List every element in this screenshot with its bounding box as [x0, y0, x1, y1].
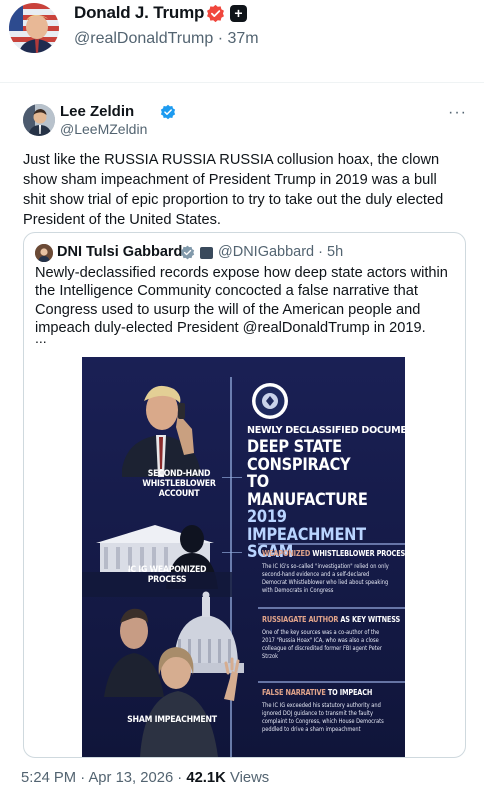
- infographic-section-3-body: The IC IG exceeded his statutory authori…: [262, 702, 384, 733]
- quoted-author-avatar[interactable]: [23, 104, 55, 136]
- infographic-section-1-head: WEAPONIZED WHISTLEBLOWER PROCESS: [262, 549, 405, 558]
- government-badge-icon: [180, 245, 195, 260]
- infographic-section-1-highlight: WEAPONIZED: [262, 549, 311, 558]
- post-timestamp[interactable]: 5:24 PM · Apr 13, 2026 ·: [21, 770, 182, 786]
- header-divider: [0, 82, 484, 83]
- infographic-label-weaponized: IC IG WEAPONIZED PROCESS: [127, 564, 207, 585]
- infographic-section-3-title: TO IMPEACH: [327, 688, 373, 697]
- infographic-section-3-highlight: FALSE NARRATIVE: [262, 688, 326, 697]
- post-metadata: 5:24 PM · Apr 13, 2026 · 42.1K Views: [21, 770, 269, 786]
- infographic-section-1-body: The IC IG's so-called "investigation" re…: [262, 563, 389, 594]
- more-options-icon[interactable]: ···: [448, 104, 467, 122]
- post-header: Donald J. Trump + @realDonaldTrump · 37m: [0, 0, 484, 60]
- infographic-headline: DEEP STATE CONSPIRACY TO MANUFACTURE 201…: [247, 437, 376, 562]
- quoted-author-name[interactable]: Lee Zeldin: [60, 103, 134, 120]
- nested-quote-card[interactable]: DNI Tulsi Gabbard @DNIGabbard · 5h Newly…: [23, 232, 466, 758]
- nested-author-handle-time: @DNIGabbard · 5h: [218, 244, 344, 260]
- infographic-section-2-body: One of the key sources was a co-author o…: [262, 629, 382, 660]
- infographic-label-whistleblower: SECOND-HAND WHISTLEBLOWER ACCOUNT: [142, 468, 216, 499]
- nested-quote-text: Newly-declassified records expose how de…: [35, 265, 448, 337]
- infographic-kicker: NEWLY DECLASSIFIED DOCUMENTS EXPOSE: [247, 425, 405, 436]
- author-handle-time: @realDonaldTrump · 37m: [74, 30, 259, 47]
- nested-author-avatar: [35, 244, 53, 262]
- views-label: Views: [229, 770, 270, 786]
- agency-flag-icon: [200, 247, 213, 259]
- affiliation-badge-icon: +: [230, 5, 247, 22]
- infographic-label-sham: SHAM IMPEACHMENT: [127, 714, 217, 725]
- infographic-headline-line2: TO MANUFACTURE: [247, 472, 368, 510]
- infographic-section-1-title: WHISTLEBLOWER PROCESS: [312, 549, 405, 558]
- verified-badge-icon: [160, 104, 176, 120]
- infographic-section-2-title: AS KEY WITNESS: [340, 615, 401, 624]
- infographic-headline-line1: DEEP STATE CONSPIRACY: [247, 437, 351, 475]
- infographic-image[interactable]: NEWLY DECLASSIFIED DOCUMENTS EXPOSE DEEP…: [82, 357, 405, 757]
- infographic-section-2-highlight: RUSSIAGATE AUTHOR: [262, 615, 339, 624]
- quoted-post-text: Just like the RUSSIA RUSSIA RUSSIA collu…: [23, 152, 444, 228]
- verified-badge-icon: [207, 4, 224, 23]
- text-truncation: ...: [35, 330, 47, 346]
- quoted-author-handle[interactable]: @LeeMZeldin: [60, 121, 147, 137]
- infographic-section-3-head: FALSE NARRATIVE TO IMPEACH: [262, 688, 372, 697]
- infographic-section-2-head: RUSSIAGATE AUTHOR AS KEY WITNESS: [262, 615, 400, 624]
- author-name[interactable]: Donald J. Trump: [74, 3, 204, 23]
- nested-author-name[interactable]: DNI Tulsi Gabbard: [57, 244, 182, 260]
- author-avatar[interactable]: [9, 3, 59, 53]
- views-count: 42.1K: [186, 770, 226, 786]
